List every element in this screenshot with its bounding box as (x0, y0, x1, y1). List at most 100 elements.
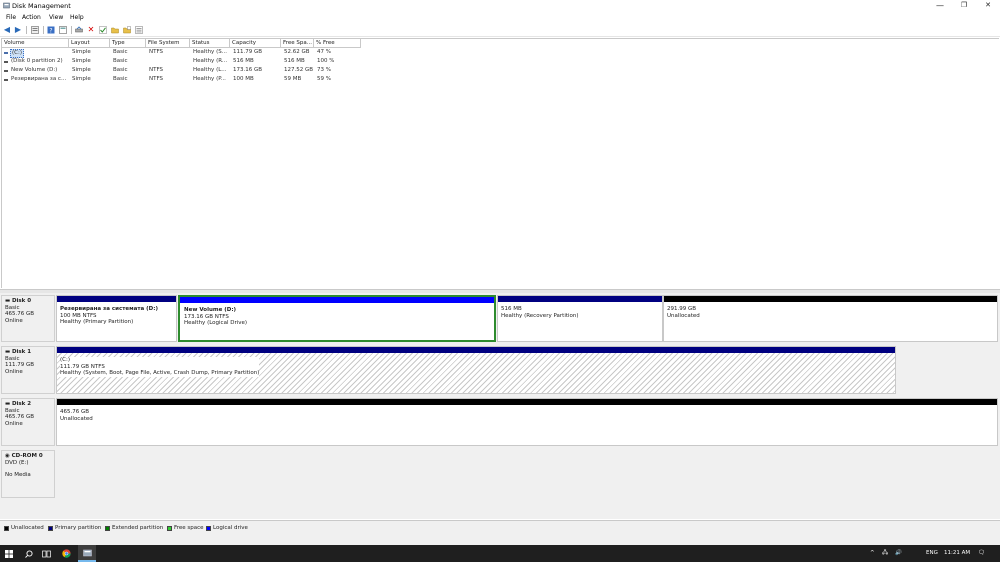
partition-system-reserved[interactable]: Резервирана за системата (D:) 100 MB NTFS… (56, 295, 177, 342)
disk-management-window: Disk Management — ❐ ✕ File Action View H… (0, 0, 1000, 545)
volume-row[interactable]: Резервирана за с... Simple Basic NTFS He… (2, 75, 362, 84)
column-header-layout[interactable]: Layout (69, 39, 110, 48)
partition-unallocated[interactable]: 291.99 GB Unallocated (663, 295, 998, 342)
clock[interactable]: 11:21 AM (944, 545, 970, 562)
partition-unallocated[interactable]: 465.76 GB Unallocated (56, 398, 998, 446)
menu-bar: File Action View Help (0, 12, 1000, 23)
disk-label-disk-2[interactable]: ▬ Disk 2 Basic 465.76 GB Online (1, 398, 55, 446)
volume-list: Volume Layout Type File System Status Ca… (1, 38, 999, 288)
volume-capacity: 516 MB (233, 58, 254, 64)
column-header-capacity[interactable]: Capacity (230, 39, 281, 48)
volume-percent-free: 47 % (317, 49, 331, 55)
partition-size: 465.76 GB (60, 409, 90, 415)
search-icon[interactable] (20, 545, 37, 562)
delete-icon[interactable]: ✕ (86, 25, 96, 35)
disk-label-cd-rom-0[interactable]: ◉ CD-ROM 0 DVD (E:) No Media (1, 450, 55, 498)
properties-icon[interactable] (30, 25, 40, 35)
connect-icon[interactable] (74, 25, 84, 35)
partition-status: Unallocated (667, 312, 700, 319)
tray-chevron-icon[interactable]: ^ (870, 545, 875, 562)
partition-new-volume-d[interactable]: New Volume (D:) 173.16 GB NTFS Healthy (Lo… (178, 295, 496, 342)
partition-status: Healthy (System, Boot, Page File, Active… (60, 370, 260, 376)
partition-status: Healthy (Recovery Partition) (501, 312, 579, 319)
volume-free-space: 59 MB (284, 76, 302, 82)
toolbar-separator (43, 26, 44, 34)
task-view-icon[interactable] (38, 545, 55, 562)
volume-free-space: 127.52 GB (284, 67, 314, 73)
volume-row[interactable]: (Disk 0 partition 2) Simple Basic Health… (2, 57, 362, 66)
volume-status: Healthy (R... (193, 58, 228, 64)
volume-type: Basic (113, 49, 128, 55)
volume-free-space: 516 MB (284, 58, 305, 64)
partition-size: 173.16 GB NTFS (184, 313, 229, 320)
disk-label-disk-1[interactable]: ▬ Disk 1 Basic 111.79 GB Online (1, 346, 55, 394)
volume-drive-icon (4, 79, 8, 81)
folder-add-icon[interactable] (122, 25, 132, 35)
volume-icon[interactable]: 🔊 (895, 545, 902, 562)
notifications-icon[interactable]: 🗨 (978, 545, 985, 562)
volume-layout: Simple (72, 58, 91, 64)
column-header-free-space[interactable]: Free Spa... (281, 39, 314, 48)
network-icon[interactable]: 🖧 (882, 545, 888, 562)
cd-rom-icon: ◉ (5, 453, 10, 459)
volume-drive-icon (4, 52, 8, 54)
column-header-file-system[interactable]: File System (146, 39, 190, 48)
column-header-status[interactable]: Status (190, 39, 230, 48)
volume-free-space: 52.62 GB (284, 49, 310, 55)
chrome-icon[interactable] (58, 545, 75, 562)
list-view-icon[interactable] (134, 25, 144, 35)
volume-row[interactable]: (C:) Simple Basic NTFS Healthy (S... 111… (2, 48, 362, 58)
menu-view[interactable]: View (49, 14, 63, 21)
disk-label-disk-0[interactable]: ▬ Disk 0 Basic 465.76 GB Online (1, 295, 55, 342)
disk-management-taskbar-icon[interactable] (78, 545, 96, 562)
volume-capacity: 100 MB (233, 76, 254, 82)
volume-type: Basic (113, 58, 128, 64)
partition-title: New Volume (D:) (184, 307, 237, 313)
minimize-button[interactable]: — (928, 0, 952, 12)
menu-help[interactable]: Help (70, 14, 84, 21)
volume-fs: NTFS (149, 49, 164, 55)
start-icon[interactable] (0, 545, 18, 562)
status-bar (0, 534, 1000, 545)
disk-state: Online (5, 368, 23, 375)
menu-action[interactable]: Action (22, 14, 41, 21)
column-header-percent-free[interactable]: % Free (314, 39, 361, 48)
folder-open-icon[interactable] (110, 25, 120, 35)
language-indicator[interactable]: ENG (926, 545, 938, 562)
volume-fs: NTFS (149, 76, 164, 82)
close-button[interactable]: ✕ (976, 0, 1000, 12)
column-header-type[interactable]: Type (110, 39, 146, 48)
toolbar-separator (71, 26, 72, 34)
volume-percent-free: 59 % (317, 76, 331, 82)
partition-c-drive[interactable]: (C:) 111.79 GB NTFS Healthy (System, Boot,… (56, 346, 896, 394)
volume-percent-free: 100 % (317, 58, 335, 64)
volume-status: Healthy (L... (193, 67, 227, 73)
volume-row[interactable]: New Volume (D:) Simple Basic NTFS Health… (2, 66, 362, 75)
toolbar: ◀ ▶ ? ✕ (0, 23, 1000, 37)
disk-name: Disk 2 (11, 401, 32, 407)
show-list-icon[interactable] (58, 25, 68, 35)
partition-size: 100 MB NTFS (60, 312, 97, 319)
maximize-button[interactable]: ❐ (952, 0, 976, 12)
column-header-volume[interactable]: Volume (2, 39, 69, 48)
disk-name: CD-ROM 0 (11, 453, 43, 459)
partition-bar (664, 296, 997, 302)
toolbar-separator (26, 26, 27, 34)
back-arrow-icon[interactable]: ◀ (2, 25, 12, 35)
menu-file[interactable]: File (6, 14, 16, 21)
volume-type: Basic (113, 67, 128, 73)
check-icon[interactable] (98, 25, 108, 35)
title-bar: Disk Management — ❐ ✕ (0, 0, 1000, 12)
partition-recovery[interactable]: 516 MB Healthy (Recovery Partition) (497, 295, 663, 342)
volume-status: Healthy (P... (193, 76, 226, 82)
forward-arrow-icon[interactable]: ▶ (13, 25, 23, 35)
partition-bar (180, 297, 494, 303)
legend: Unallocated Primary partition Extended p… (0, 520, 1000, 534)
help-icon[interactable]: ? (46, 25, 56, 35)
volume-capacity: 111.79 GB (233, 49, 263, 55)
legend-item-free-space: Free space (167, 525, 204, 531)
volume-name: Резервирана за с... (11, 76, 67, 82)
volume-drive-icon (4, 61, 8, 63)
partition-title: (C:) (60, 357, 70, 363)
volume-name: New Volume (D:) (11, 67, 58, 73)
